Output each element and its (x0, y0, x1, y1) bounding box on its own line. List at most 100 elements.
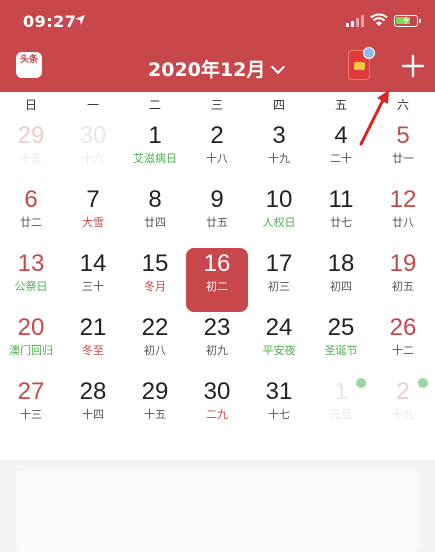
day-number: 20 (17, 314, 45, 341)
header-bar: 09:27 头条 2020年12月 (0, 0, 435, 92)
lunar-label: 十五 (144, 408, 166, 421)
calendar-day-cell[interactable]: 28 十四 (62, 376, 124, 440)
weekday-label: 一 (86, 98, 99, 112)
day-number: 19 (389, 250, 417, 277)
calendar-day-cell[interactable]: 15 冬月 (124, 248, 186, 312)
lunar-label: 十六 (82, 152, 104, 165)
lunar-label: 十三 (20, 408, 42, 421)
calendar-day-cell[interactable]: 1 元旦 (310, 376, 372, 440)
day-number: 29 (17, 122, 45, 149)
calendar-day-cell[interactable]: 8 廿四 (124, 184, 186, 248)
lunar-label: 十九 (392, 408, 414, 421)
day-number: 3 (272, 122, 286, 149)
day-number: 26 (389, 314, 417, 341)
bottom-card (0, 460, 435, 552)
lunar-label: 三十 (82, 280, 104, 293)
calendar-day-cell[interactable]: 19 初五 (372, 248, 434, 312)
calendar-day-cell[interactable]: 29 十五 (124, 376, 186, 440)
calendar-day-cell[interactable]: 17 初三 (248, 248, 310, 312)
day-number: 27 (17, 378, 45, 405)
notification-dot (363, 47, 375, 59)
day-number: 28 (79, 378, 107, 405)
battery-icon (394, 15, 421, 27)
calendar-day-cell[interactable]: 24 平安夜 (248, 312, 310, 376)
lunar-label: 十五 (20, 152, 42, 165)
calendar-day-cell[interactable]: 2 十八 (186, 120, 248, 184)
calendar-day-cell[interactable]: 7 大雪 (62, 184, 124, 248)
chevron-down-icon (271, 59, 286, 75)
red-envelope-icon[interactable] (348, 47, 375, 80)
calendar-day-cell[interactable]: 29 十五 (0, 120, 62, 184)
day-number: 25 (327, 314, 355, 341)
calendar-day-cell[interactable]: 14 三十 (62, 248, 124, 312)
calendar-day-cell[interactable]: 23 初九 (186, 312, 248, 376)
cellular-signal-icon (346, 15, 364, 27)
lunar-label: 十八 (206, 152, 228, 165)
calendar-day-cell[interactable]: 13 公祭日 (0, 248, 62, 312)
day-number: 22 (141, 314, 169, 341)
lunar-label: 廿二 (20, 216, 42, 229)
calendar-day-cell[interactable]: 22 初八 (124, 312, 186, 376)
pointer-arrow-annotation (359, 90, 389, 146)
info-card[interactable] (16, 470, 419, 552)
calendar-day-cell[interactable]: 6 廿二 (0, 184, 62, 248)
calendar-day-cell[interactable]: 20 澳门回归 (0, 312, 62, 376)
calendar-day-cell[interactable]: 27 十三 (0, 376, 62, 440)
lunar-label: 初二 (206, 280, 228, 293)
month-picker[interactable]: 2020年12月 (148, 55, 286, 82)
lunar-label: 二十 (330, 152, 352, 165)
location-arrow-icon (75, 15, 85, 25)
calendar-day-cell[interactable]: 18 初四 (310, 248, 372, 312)
lunar-label: 廿七 (330, 216, 352, 229)
lunar-label: 初九 (206, 344, 228, 357)
lunar-label: 圣诞节 (324, 344, 358, 357)
lunar-label: 十九 (268, 152, 290, 165)
lunar-label: 十二 (392, 344, 414, 357)
calendar-day-cell[interactable]: 31 十七 (248, 376, 310, 440)
calendar-day-cell[interactable]: 3 十九 (248, 120, 310, 184)
app-logo-button[interactable]: 头条 (16, 52, 42, 78)
wifi-icon (370, 13, 388, 26)
lunar-label: 初八 (144, 344, 166, 357)
lunar-label: 十四 (82, 408, 104, 421)
calendar-day-cell[interactable]: 21 冬至 (62, 312, 124, 376)
day-number: 31 (265, 378, 293, 405)
add-icon[interactable] (401, 54, 425, 78)
day-number: 13 (17, 250, 45, 277)
status-time: 09:27 (23, 12, 77, 31)
lunar-label: 人权日 (262, 216, 296, 229)
calendar-day-cell[interactable]: 30 十六 (62, 120, 124, 184)
lunar-label: 廿八 (392, 216, 414, 229)
day-number: 1 (148, 122, 162, 149)
calendar-day-cell[interactable]: 2 十九 (372, 376, 434, 440)
weekday-label: 日 (24, 98, 37, 112)
day-number: 21 (79, 314, 107, 341)
calendar-day-cell[interactable]: 1 艾滋病日 (124, 120, 186, 184)
calendar-day-cell[interactable]: 25 圣诞节 (310, 312, 372, 376)
day-number: 30 (79, 122, 107, 149)
lunar-label: 十七 (268, 408, 290, 421)
lunar-label: 公祭日 (14, 280, 48, 293)
day-number: 10 (265, 186, 293, 213)
lunar-label: 平安夜 (262, 344, 296, 357)
calendar-day-cell[interactable]: 26 十二 (372, 312, 434, 376)
calendar-day-cell[interactable]: 12 廿八 (372, 184, 434, 248)
calendar-day-cell[interactable]: 30 二九 (186, 376, 248, 440)
lunar-label: 澳门回归 (9, 344, 53, 357)
app-logo-text: 头条 (19, 55, 38, 65)
weekday-label: 二 (148, 98, 161, 112)
day-number: 9 (210, 186, 224, 213)
lunar-label: 冬至 (82, 344, 104, 357)
calendar-day-cell[interactable]: 16 初二 (186, 248, 248, 312)
day-number: 24 (265, 314, 293, 341)
lunar-label: 初三 (268, 280, 290, 293)
day-number: 6 (24, 186, 38, 213)
event-dot (356, 378, 366, 388)
day-number: 8 (148, 186, 162, 213)
calendar-day-cell[interactable]: 11 廿七 (310, 184, 372, 248)
day-number: 17 (265, 250, 293, 277)
calendar-day-cell[interactable]: 9 廿五 (186, 184, 248, 248)
calendar-day-cell[interactable]: 10 人权日 (248, 184, 310, 248)
day-number: 23 (203, 314, 231, 341)
lunar-label: 大雪 (82, 216, 104, 229)
